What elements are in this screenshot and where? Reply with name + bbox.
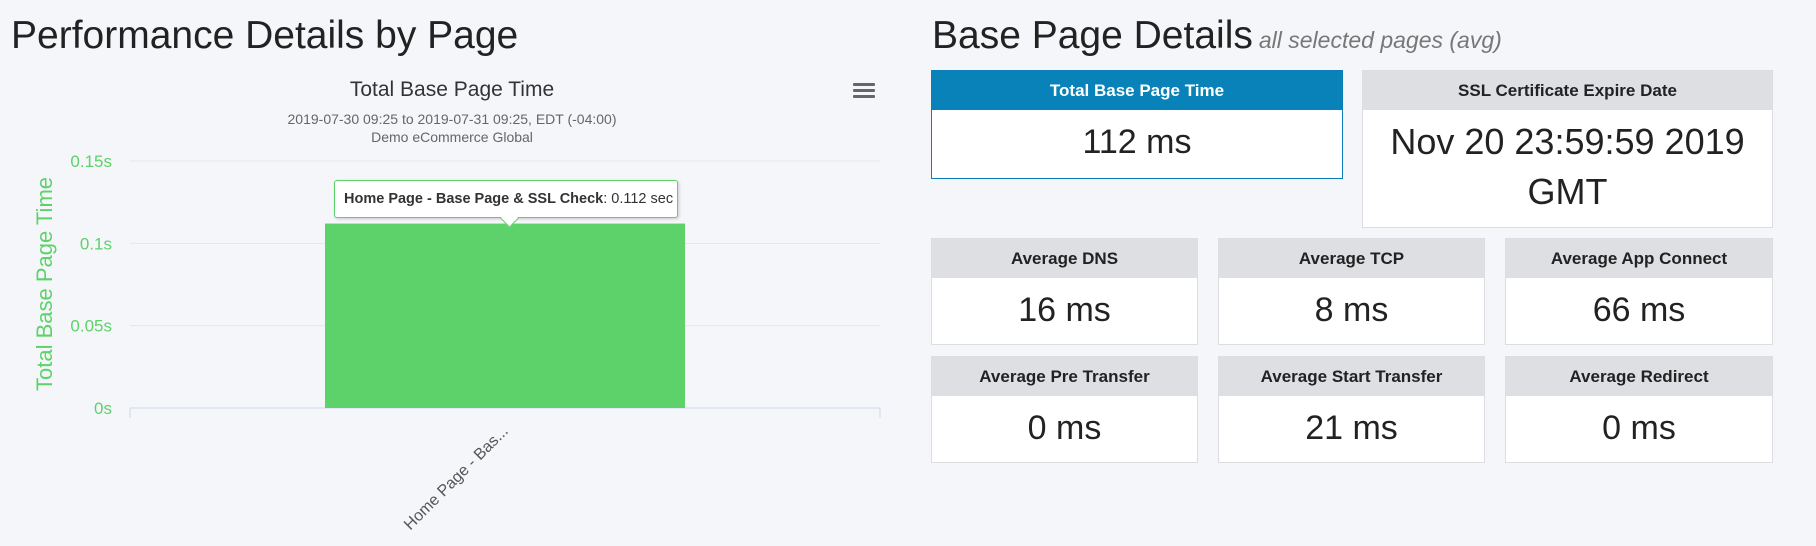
metric-value-line1: Nov 20 23:59:59 2019	[1390, 121, 1745, 162]
tooltip-label: Home Page - Base Page & SSL Check	[344, 191, 604, 207]
metric-card-avg-app-connect[interactable]: Average App Connect 66 ms	[1505, 238, 1773, 345]
metric-label: Average Redirect	[1506, 357, 1772, 396]
chart-title: Total Base Page Time	[350, 78, 554, 101]
metric-value: 16 ms	[1018, 291, 1111, 329]
metric-value: 8 ms	[1314, 291, 1389, 329]
metric-card-avg-redirect[interactable]: Average Redirect 0 ms	[1505, 356, 1773, 463]
section-subtitle: all selected pages (avg)	[1258, 27, 1502, 53]
metric-label: Average DNS	[932, 239, 1197, 278]
metric-label: Average Pre Transfer	[932, 357, 1197, 396]
y-axis-label: Total Base Page Time	[32, 177, 57, 391]
metric-card-avg-pre-transfer[interactable]: Average Pre Transfer 0 ms	[931, 356, 1198, 463]
metric-card-ssl-expire[interactable]: SSL Certificate Expire Date Nov 20 23:59…	[1362, 70, 1773, 228]
metric-value-line2: GMT	[1527, 171, 1608, 212]
metric-label: Total Base Page Time	[932, 71, 1342, 110]
y-tick-label: 0s	[94, 399, 112, 418]
bar-chart: Total Base Page Time 2019-07-30 09:25 to …	[32, 78, 881, 534]
chart-subtitle: Demo eCommerce Global	[371, 129, 533, 145]
metric-label: Average App Connect	[1506, 239, 1772, 278]
section-title-text: Base Page Details	[932, 14, 1253, 57]
metric-value: 21 ms	[1305, 409, 1398, 447]
metric-value: 0 ms	[1027, 409, 1102, 447]
metric-value: 66 ms	[1592, 291, 1686, 329]
metric-label: Average TCP	[1219, 239, 1484, 278]
metric-value: 112 ms	[1082, 123, 1192, 161]
y-tick-label: 0.1s	[80, 234, 112, 253]
chart-subtitle: 2019-07-30 09:25 to 2019-07-31 09:25, ED…	[288, 111, 617, 127]
section-title: Base Page Details all selected pages (avg…	[932, 14, 1502, 58]
y-tick-label: 0.05s	[70, 317, 112, 336]
metric-card-avg-dns[interactable]: Average DNS 16 ms	[931, 238, 1198, 345]
x-tick-label: Home Page - Bas...	[401, 423, 512, 534]
bar	[325, 223, 685, 408]
y-tick-label: 0.15s	[70, 152, 112, 171]
metric-value: 0 ms	[1602, 409, 1676, 447]
chart-tooltip: Home Page - Base Page & SSL Check: 0.112…	[334, 180, 678, 228]
metric-card-avg-tcp[interactable]: Average TCP 8 ms	[1218, 238, 1485, 345]
metric-label: SSL Certificate Expire Date	[1363, 71, 1772, 110]
tooltip-value: : 0.112 sec	[603, 191, 674, 207]
metric-card-avg-start-transfer[interactable]: Average Start Transfer 21 ms	[1218, 356, 1485, 463]
metric-label: Average Start Transfer	[1219, 357, 1484, 396]
metric-card-total-base-page-time[interactable]: Total Base Page Time 112 ms	[931, 70, 1343, 179]
